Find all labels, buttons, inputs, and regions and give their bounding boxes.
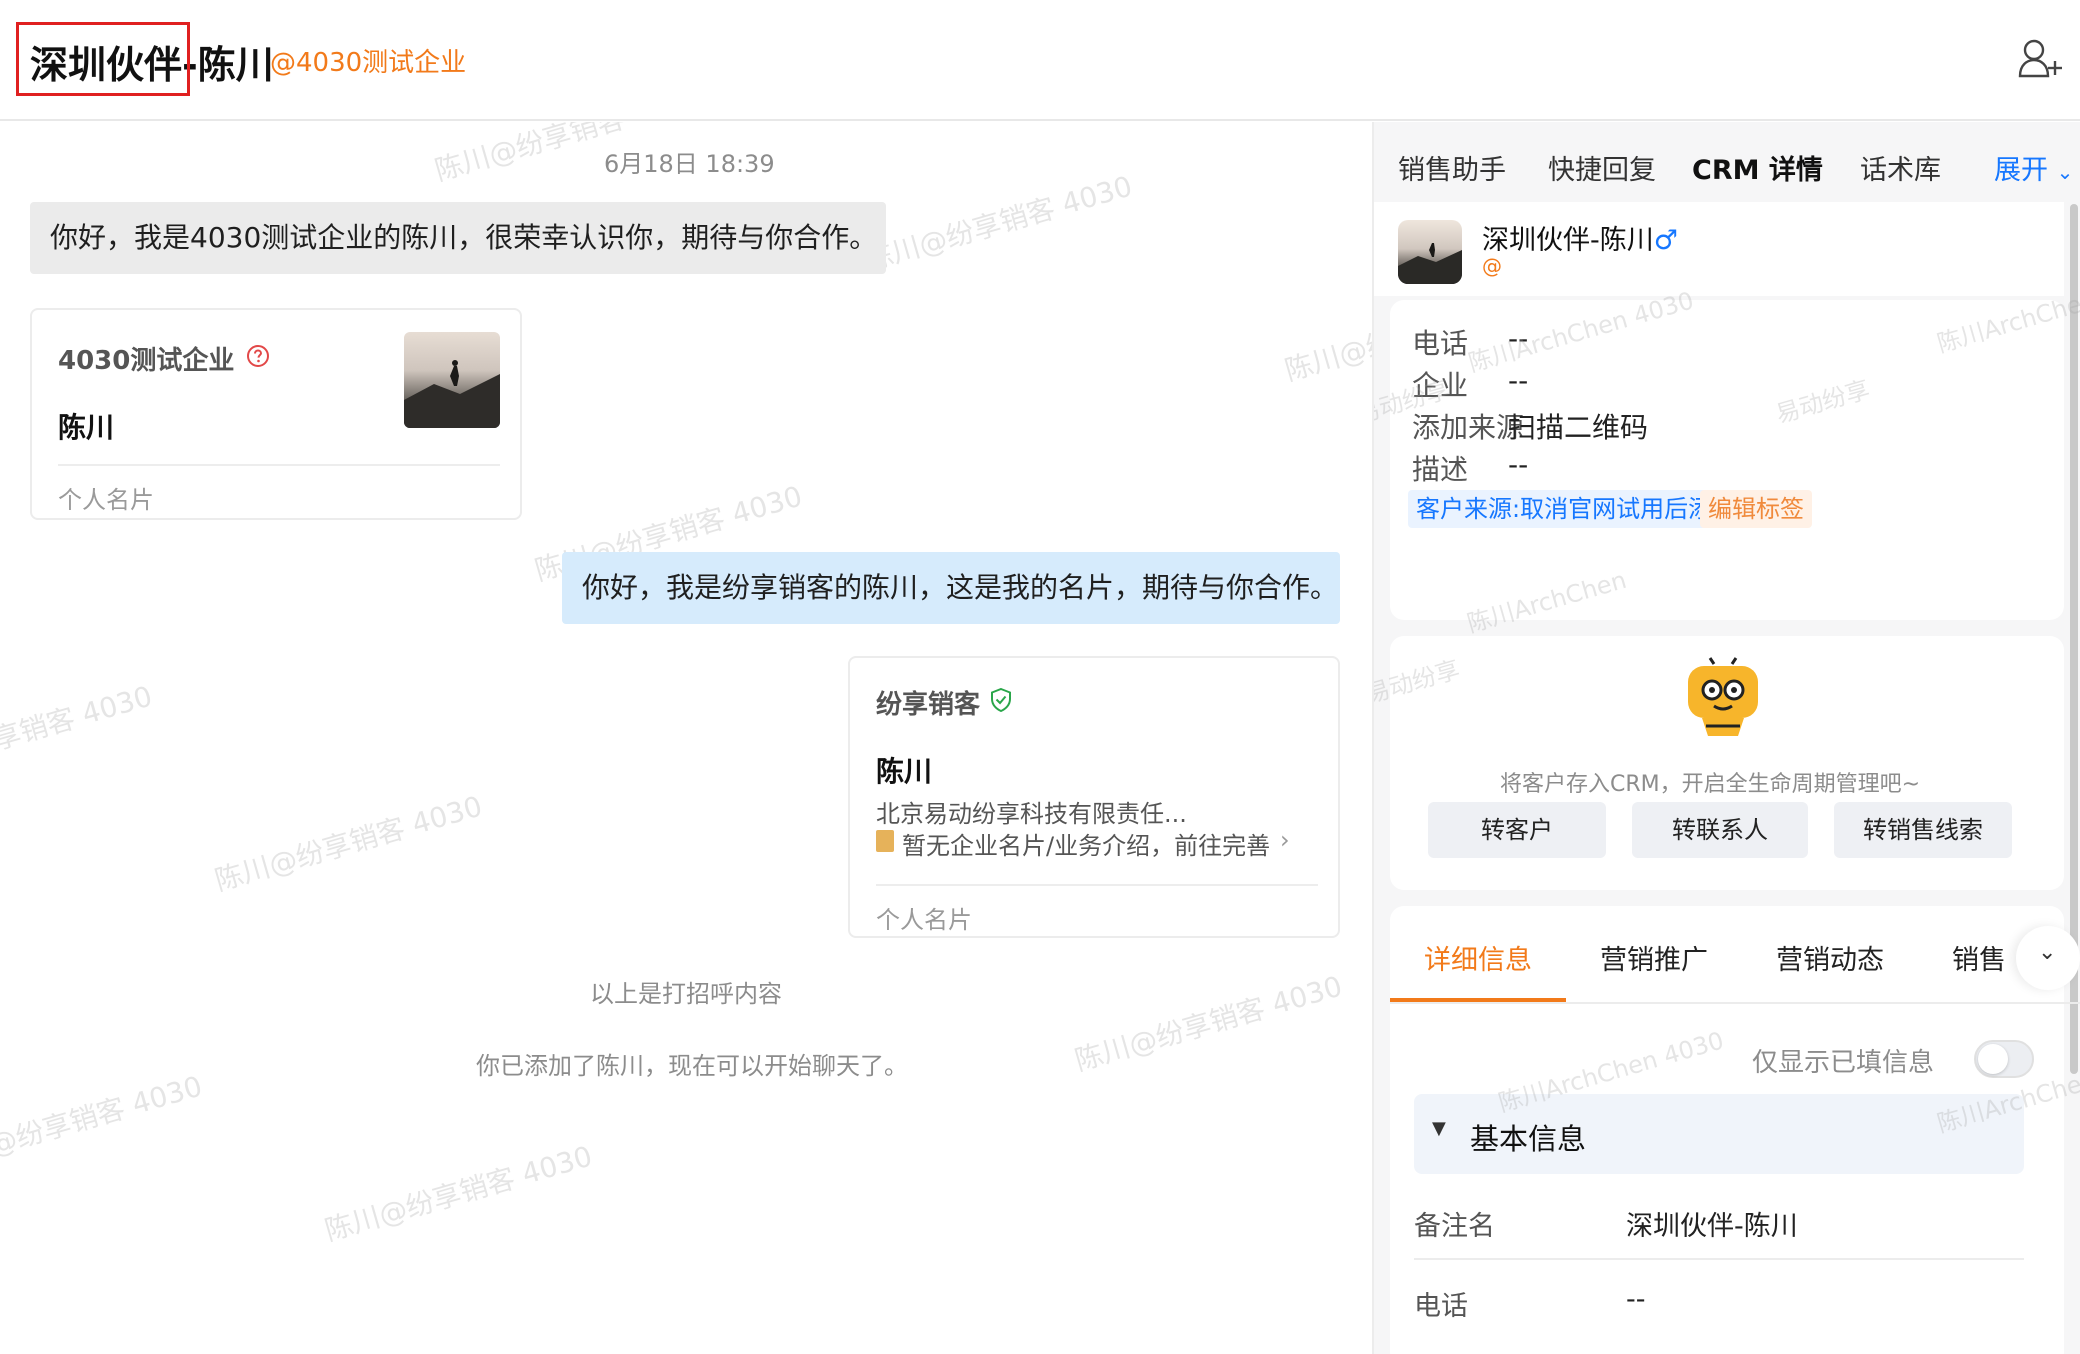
card-type-label: 个人名片 <box>58 486 154 514</box>
chevron-right-icon[interactable]: › <box>1280 826 1290 854</box>
more-tabs-button[interactable]: ⌄ <box>2016 926 2080 990</box>
tab-sales-assistant[interactable]: 销售助手 <box>1398 148 1506 187</box>
incoming-business-card[interactable]: 4030测试企业 陈川 个人名片 <box>30 308 522 520</box>
crm-convert-card: 将客户存入CRM，开启全生命周期管理吧~ 转客户 转联系人 转销售线索 <box>1390 636 2064 890</box>
contact-info-card: 电话 -- 企业 -- 添加来源 扫描二维码 描述 -- 客户来源:取消官网试用… <box>1390 300 2064 620</box>
info-value: 扫描二维码 <box>1508 411 1649 444</box>
expand-button[interactable]: 展开 ⌄ <box>1994 148 2073 187</box>
crm-hint-text: 将客户存入CRM，开启全生命周期管理吧~ <box>1500 772 1921 797</box>
edit-tags-button[interactable]: 编辑标签 <box>1700 490 1812 528</box>
section-title: 基本信息 <box>1470 1122 1587 1156</box>
watermark: 陈川@纷享销客 4030 <box>0 1069 206 1178</box>
card-divider <box>876 884 1318 886</box>
message-timestamp: 6月18日 18:39 <box>604 150 775 178</box>
watermark: 陈川@纷享销客 4030 <box>861 169 1136 278</box>
convert-to-customer-button[interactable]: 转客户 <box>1428 802 1606 858</box>
tab-script-library[interactable]: 话术库 <box>1860 148 1941 187</box>
contact-header <box>1374 202 2064 296</box>
card-divider <box>58 464 500 466</box>
filled-only-toggle[interactable] <box>1974 1040 2034 1078</box>
avatar[interactable] <box>1398 220 1462 284</box>
watermark: 陈川@纷享销客 4030 <box>321 1139 596 1248</box>
convert-to-contact-button[interactable]: 转联系人 <box>1632 802 1808 858</box>
info-value: -- <box>1508 364 1529 397</box>
info-label: 企业 <box>1412 369 1469 402</box>
card-person-name: 陈川 <box>876 755 933 788</box>
outgoing-business-card[interactable]: 纷享销客 陈川 北京易动纷享科技有限责任... 暂无企业名片/业务介绍，前往完善… <box>848 656 1340 938</box>
watermark: 陈川@纷享销客 4030 <box>1071 969 1346 1078</box>
tab-divider <box>1390 1002 2080 1004</box>
incoming-message-bubble[interactable]: 你好，我是4030测试企业的陈川，很荣幸认识你，期待与你合作。 <box>30 202 886 274</box>
watermark: 陈川@纷享销客 4030 <box>1281 280 1372 388</box>
info-label: 电话 <box>1412 327 1469 360</box>
card-company: 4030测试企业 <box>58 346 235 376</box>
chevron-down-icon: ⌄ <box>2038 940 2057 965</box>
info-label: 描述 <box>1412 453 1469 486</box>
system-message: 你已添加了陈川，现在可以开始聊天了。 <box>476 1052 908 1080</box>
detail-card: 详细信息 营销推广 营销动态 销售 ⌄ 仅显示已填信息 ▼ 基本信息 备注名 深… <box>1390 906 2080 1354</box>
row-divider <box>1414 1258 2024 1260</box>
tab-crm-details[interactable]: CRM 详情 <box>1692 148 1823 187</box>
caret-down-icon: ▼ <box>1432 1118 1446 1139</box>
outgoing-message-bubble[interactable]: 你好，我是纷享销客的陈川，这是我的名片，期待与你合作。 <box>562 552 1340 624</box>
male-gender-icon: ♂ <box>1653 225 1678 256</box>
info-value: -- <box>1508 448 1529 481</box>
panel-tab-bar: 销售助手 快捷回复 CRM 详情 话术库 展开 ⌄ <box>1374 122 2080 202</box>
field-value: 深圳伙伴-陈川 <box>1626 1211 1798 1242</box>
watermark: 陈川@纷享销客 4030 <box>0 679 156 788</box>
card-company: 纷享销客 <box>876 690 981 720</box>
app-window: 深圳伙伴-陈川 @4030测试企业 陈川@纷享销客 4030 陈川@纷享销客 4… <box>0 0 2080 1354</box>
card-type-label: 个人名片 <box>876 906 972 934</box>
tab-quick-reply[interactable]: 快捷回复 <box>1548 148 1656 187</box>
help-icon[interactable] <box>246 344 270 368</box>
company-tag: @4030测试企业 <box>270 48 467 78</box>
verified-shield-icon <box>991 688 1011 712</box>
section-header-basic-info[interactable]: ▼ 基本信息 <box>1414 1094 2024 1174</box>
tab-marketing-activity[interactable]: 营销动态 <box>1776 938 1884 977</box>
expand-label: 展开 <box>1994 155 2048 186</box>
field-label: 电话 <box>1414 1291 1468 1322</box>
side-panel: 销售助手 快捷回复 CRM 详情 话术库 展开 ⌄ 深圳伙伴-陈川♂ @ 电话 … <box>1374 122 2080 1354</box>
active-tab-indicator <box>1390 998 1566 1002</box>
contact-name: 深圳伙伴-陈川♂ <box>1482 225 1678 256</box>
tab-marketing-promotion[interactable]: 营销推广 <box>1600 938 1708 977</box>
highlight-box <box>16 22 190 96</box>
contact-company-tag: @ <box>1482 254 1502 278</box>
card-person-name: 陈川 <box>58 411 115 444</box>
system-message: 以上是打招呼内容 <box>590 980 782 1008</box>
chevron-down-icon: ⌄ <box>2056 160 2074 184</box>
watermark: 陈川@纷享销客 4030 <box>211 789 486 898</box>
info-value: -- <box>1508 322 1529 355</box>
card-organization: 北京易动纷享科技有限责任... <box>876 800 1187 828</box>
toggle-knob <box>1978 1044 2008 1074</box>
card-photo <box>404 332 500 428</box>
chat-pane[interactable]: 陈川@纷享销客 4030 陈川@纷享销客 4030 陈川@纷享销客 4030 陈… <box>0 122 1372 1354</box>
tab-detail-info[interactable]: 详细信息 <box>1424 938 1532 977</box>
chat-header: 深圳伙伴-陈川 @4030测试企业 <box>0 0 2080 121</box>
field-label: 备注名 <box>1414 1211 1495 1242</box>
field-value: -- <box>1626 1284 1646 1315</box>
document-icon <box>876 830 894 852</box>
toggle-label: 仅显示已填信息 <box>1752 1048 1935 1078</box>
card-complete-prompt[interactable]: 暂无企业名片/业务介绍，前往完善 <box>902 826 1270 861</box>
mascot-icon <box>1688 657 1758 736</box>
convert-to-lead-button[interactable]: 转销售线索 <box>1834 802 2012 858</box>
add-user-icon[interactable] <box>2018 38 2064 78</box>
tab-sales[interactable]: 销售 <box>1952 938 2006 977</box>
